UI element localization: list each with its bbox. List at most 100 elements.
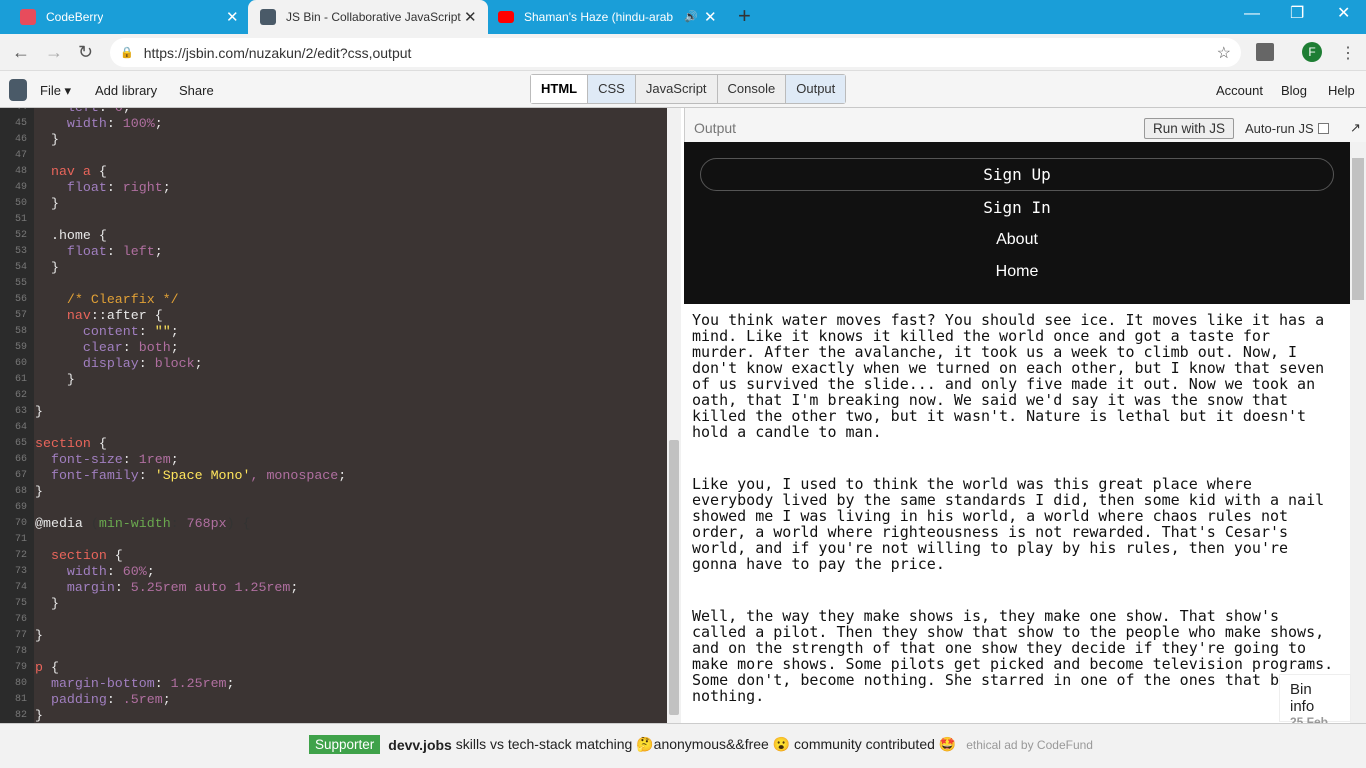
code-line[interactable]: content: ""; — [35, 324, 179, 340]
code-line[interactable]: nav::after { — [35, 308, 163, 324]
panel-html-button[interactable]: HTML — [531, 75, 589, 103]
share-menu[interactable]: Share — [179, 83, 214, 98]
omnibox[interactable]: 🔒 https://jsbin.com/nuzakun/2/edit?css,o… — [110, 38, 1241, 67]
code-line[interactable]: section { — [35, 436, 107, 452]
account-menu[interactable]: Account — [1216, 83, 1263, 98]
panel-console-button[interactable]: Console — [718, 75, 787, 103]
ad-text[interactable]: skills vs tech-stack matching 🤔anonymous… — [456, 736, 956, 753]
line-number: 69 — [14, 502, 27, 513]
panel-toggles: HTML CSS JavaScript Console Output — [530, 74, 847, 104]
ad-brand[interactable]: devv.jobs — [388, 737, 452, 753]
extension-icon[interactable] — [1256, 43, 1274, 61]
code-line[interactable]: } — [35, 596, 59, 612]
close-window-icon[interactable]: ✕ — [1337, 6, 1350, 22]
browser-tab-bar: CodeBerry ✕ JS Bin - Collaborative JavaS… — [0, 0, 1366, 34]
code-line[interactable]: width: 100%; — [35, 116, 163, 132]
code-line[interactable]: } — [35, 196, 59, 212]
file-menu[interactable]: File ▾ — [40, 83, 71, 99]
code-line[interactable]: } — [35, 404, 43, 420]
restore-icon[interactable]: ❐ — [1290, 6, 1304, 22]
line-number: 82 — [14, 710, 27, 721]
code-line[interactable]: font-size: 1rem; — [35, 452, 179, 468]
output-header: Output Run with JS Auto-run JS ↗ — [684, 108, 1366, 142]
editor-scrollbar-thumb[interactable] — [669, 440, 679, 715]
tab-title: JS Bin - Collaborative JavaScript D — [286, 10, 461, 24]
minimize-icon[interactable]: — — [1244, 6, 1260, 22]
bin-info-panel[interactable]: Bin info 25 Feb — [1279, 674, 1351, 729]
bookmark-star-icon[interactable]: ☆ — [1217, 43, 1231, 63]
code-line[interactable]: font-family: 'Space Mono', monospace; — [35, 468, 346, 484]
code-line[interactable]: padding: .5rem; — [35, 692, 171, 708]
code-line[interactable]: margin: 5.25rem auto 1.25rem; — [35, 580, 298, 596]
reload-icon[interactable]: ↻ — [78, 43, 93, 61]
ethical-ad-credit[interactable]: ethical ad by CodeFund — [966, 738, 1093, 752]
autorun-checkbox[interactable] — [1317, 123, 1329, 134]
close-tab-icon[interactable]: ✕ — [704, 10, 717, 25]
css-editor[interactable]: 44 left: 0; 45 width: 100%; 46 } 47 48 nav a… — [0, 108, 667, 723]
new-tab-button[interactable]: + — [738, 5, 751, 27]
close-tab-icon[interactable]: ✕ — [464, 10, 477, 25]
lock-icon: 🔒 — [120, 47, 134, 59]
code-line[interactable]: } — [35, 372, 75, 388]
panel-output-button[interactable]: Output — [786, 75, 846, 103]
line-number: 62 — [14, 390, 27, 401]
code-line[interactable]: .home { — [35, 228, 107, 244]
code-line[interactable]: float: left; — [35, 244, 163, 260]
code-line[interactable]: section { — [35, 548, 123, 564]
line-number: 52 — [14, 230, 27, 241]
line-number: 56 — [14, 294, 27, 305]
bin-info-title: Bin info — [1290, 681, 1315, 715]
code-line[interactable]: display: block; — [35, 356, 203, 372]
code-line[interactable]: @media (min-width: 768px) { — [35, 516, 251, 532]
url-text[interactable]: https://jsbin.com/nuzakun/2/edit?css,out… — [144, 45, 412, 61]
code-line[interactable]: } — [35, 628, 43, 644]
nav-sign-up-link[interactable]: Sign Up — [700, 158, 1334, 191]
close-tab-icon[interactable]: ✕ — [226, 10, 239, 25]
line-number: 54 — [14, 262, 27, 273]
line-number: 76 — [14, 614, 27, 625]
run-with-js-button[interactable]: Run with JS — [1144, 118, 1235, 139]
code-line[interactable]: clear: both; — [35, 340, 179, 356]
output-frame: Sign Up Sign In About Home You think wat… — [684, 142, 1350, 723]
code-line[interactable]: left: 0; — [35, 108, 131, 116]
popout-icon[interactable]: ↗ — [1350, 120, 1361, 136]
output-scrollbar-thumb[interactable] — [1352, 158, 1364, 300]
audio-playing-icon[interactable]: 🔊 — [684, 10, 698, 23]
code-line[interactable]: p { — [35, 660, 59, 676]
content-paragraph: Well, the way they make shows is, they m… — [692, 607, 1334, 705]
nav-about-link[interactable]: About — [700, 230, 1334, 250]
panel-css-button[interactable]: CSS — [588, 75, 636, 103]
nav-home-link[interactable]: Home — [700, 262, 1334, 282]
tab-codeberry[interactable]: CodeBerry ✕ — [0, 0, 248, 34]
nav-sign-in-link[interactable]: Sign In — [700, 198, 1334, 218]
tab-title: Shaman's Haze (hindu-arab — [524, 10, 674, 24]
code-line[interactable]: } — [35, 260, 59, 276]
code-line[interactable]: } — [35, 132, 59, 148]
code-line[interactable]: /* Clearfix */ — [35, 292, 179, 308]
blog-link[interactable]: Blog — [1281, 83, 1307, 98]
code-line[interactable]: float: right; — [35, 180, 171, 196]
youtube-favicon-icon — [498, 11, 514, 23]
supporter-badge[interactable]: Supporter — [309, 735, 381, 754]
jsbin-toolbar: File ▾ Add library Share HTML CSS JavaSc… — [0, 71, 1366, 108]
tab-youtube[interactable]: Shaman's Haze (hindu-arab 🔊 ✕ — [488, 0, 728, 34]
tab-jsbin[interactable]: JS Bin - Collaborative JavaScript D ✕ — [248, 0, 488, 34]
add-library-menu[interactable]: Add library — [95, 83, 157, 98]
code-line[interactable]: nav a { — [35, 164, 107, 180]
jsbin-logo-icon[interactable] — [9, 79, 27, 101]
forward-icon[interactable]: → — [45, 43, 63, 61]
ad-row[interactable]: Supporter devv.jobs skills vs tech-stack… — [309, 735, 1093, 754]
line-number: 78 — [14, 646, 27, 657]
panel-javascript-button[interactable]: JavaScript — [636, 75, 718, 103]
line-number: 61 — [14, 374, 27, 385]
autorun-js-toggle[interactable]: Auto-run JS — [1245, 121, 1329, 136]
back-icon[interactable]: ← — [12, 43, 30, 61]
code-line[interactable]: width: 60%; — [35, 564, 155, 580]
profile-avatar[interactable]: F — [1302, 42, 1322, 62]
help-menu[interactable]: Help — [1328, 83, 1355, 98]
code-line[interactable]: } — [35, 708, 43, 723]
code-line[interactable]: margin-bottom: 1.25rem; — [35, 676, 235, 692]
kebab-menu-icon[interactable]: ⋮ — [1340, 43, 1356, 63]
code-line[interactable]: } — [35, 484, 43, 500]
content-paragraph: Like you, I used to think the world was … — [692, 475, 1325, 573]
